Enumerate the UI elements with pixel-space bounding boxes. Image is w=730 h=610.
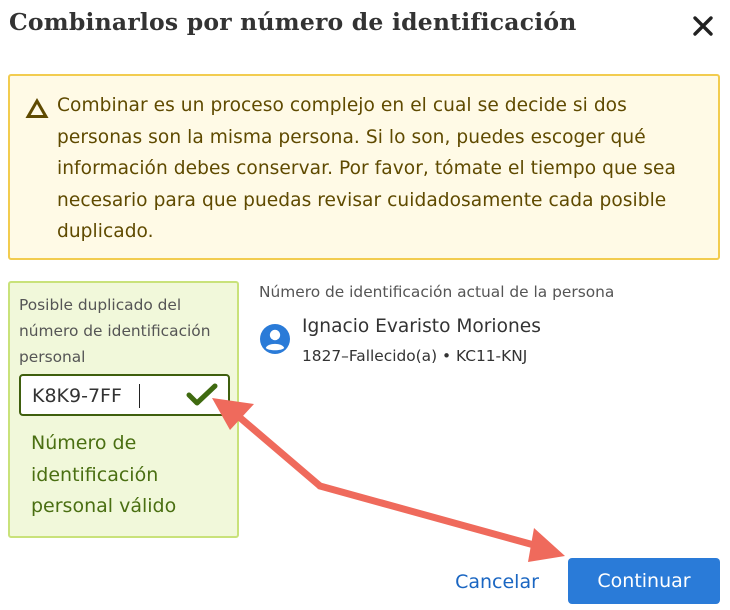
current-id-label: Número de identificación actual de la pe… <box>259 283 615 301</box>
duplicate-id-label: Posible duplicado del número de identifi… <box>19 296 211 366</box>
warning-banner: Combinar es un proceso complejo en el cu… <box>8 74 720 260</box>
text-caret <box>139 384 140 408</box>
warning-icon <box>25 98 49 118</box>
warning-message: Combinar es un proceso complejo en el cu… <box>57 95 676 242</box>
duplicate-id-field[interactable] <box>19 374 230 416</box>
person-details: 1827–Fallecido(a) • KC11-KNJ <box>302 347 528 365</box>
person-name[interactable]: Ignacio Evaristo Moriones <box>302 316 541 337</box>
continue-button[interactable]: Continuar <box>568 558 720 604</box>
close-button[interactable] <box>687 10 719 42</box>
dialog-title: Combinarlos por número de identificación <box>9 8 577 36</box>
duplicate-id-panel: Posible duplicado del número de identifi… <box>8 281 239 538</box>
person-icon <box>260 324 290 354</box>
duplicate-id-input[interactable] <box>32 383 182 409</box>
valid-id-message: Número de identificación personal válido <box>31 432 177 517</box>
cancel-button[interactable]: Cancelar <box>448 561 546 603</box>
checkmark-icon <box>186 383 218 406</box>
close-icon <box>693 16 713 36</box>
